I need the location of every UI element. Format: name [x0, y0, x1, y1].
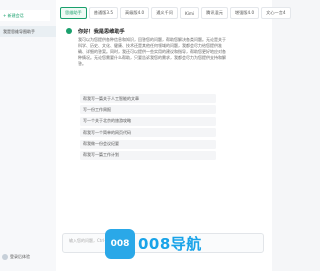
tab-tongyi[interactable]: 通义千问 [151, 7, 178, 19]
new-chat-button[interactable]: + 新建会话 [0, 10, 50, 21]
suggestion-item[interactable]: 写一份工作周报 [80, 105, 216, 115]
welcome-body: 我可以为您提供各种信息和知识，回答您的问题，帮助您解决各类问题。无论是关于科学、… [78, 37, 226, 66]
suggestion-item[interactable]: 帮我写一个简单的网页代码 [80, 128, 216, 138]
welcome-message: 你好！我是思维助手 我可以为您提供各种信息和知识，回答您的问题，帮助您解决各类问… [78, 28, 226, 67]
suggestion-item[interactable]: 帮我做一份会议纪要 [80, 139, 216, 149]
sidebar: + 新建会话 我是思维导图助手 登录后体验 [0, 0, 56, 271]
site-watermark: 008 008导航 [105, 223, 203, 264]
tab-advanced-4-0[interactable]: 高级版4.0 [120, 7, 150, 19]
welcome-title: 你好！我是思维助手 [78, 29, 125, 35]
suggestion-item[interactable]: 帮我写一篇关于人工智能的文章 [80, 94, 216, 103]
suggestion-item[interactable]: 帮我写一篇工作计划 [80, 150, 216, 160]
suggestion-list: 帮我写一篇关于人工智能的文章 写一份工作周报 写一个关于北京的旅游攻略 帮我写一… [80, 94, 216, 162]
tab-enhanced-4-0[interactable]: 增强版4.0 [229, 7, 260, 19]
tab-normal-3-5[interactable]: 普通版3.5 [88, 7, 118, 19]
suggestion-item[interactable]: 写一个关于北京的旅游攻略 [80, 116, 216, 126]
model-tabs: 思维助手 普通版3.5 高级版4.0 通义千问 Kimi 腾讯混元 增强版4.0… [60, 7, 291, 19]
avatar-icon [2, 254, 8, 260]
watermark-text: 008导航 [138, 235, 202, 253]
tab-wenxin[interactable]: 文心一言4 [261, 7, 291, 19]
tab-hunyuan[interactable]: 腾讯混元 [201, 7, 228, 19]
tab-kimi[interactable]: Kimi [180, 7, 200, 19]
user-label: 登录后体验 [10, 254, 30, 259]
conversation-item[interactable]: 我是思维导图助手 [0, 26, 56, 37]
user-login[interactable]: 登录后体验 [2, 254, 30, 260]
watermark-logo-icon: 008 [105, 228, 135, 259]
tab-mindmap[interactable]: 思维助手 [60, 7, 87, 19]
bot-avatar-icon [66, 28, 72, 34]
